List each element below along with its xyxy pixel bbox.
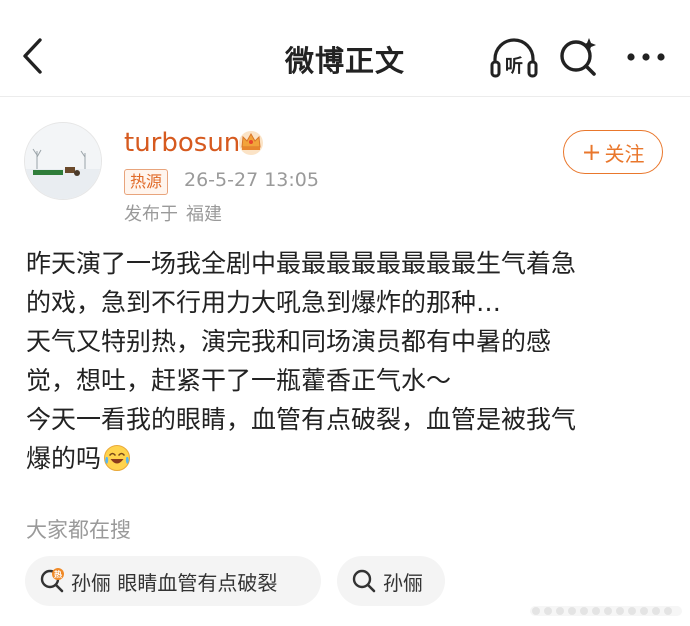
post-line: 天气又特别热，演完我和同场演员都有中暑的感 [26, 327, 552, 356]
trending-search-chip[interactable]: 热 孙俪 眼睛血管有点破裂 [25, 556, 321, 606]
post-line: 今天一看我的眼睛，血管有点破裂，血管是被我气 [26, 405, 577, 434]
username[interactable]: turbosun [124, 128, 240, 158]
search-icon [352, 569, 376, 593]
top-nav-bar: 微博正文 听 [0, 0, 690, 97]
hot-source-badge: 热源 [124, 169, 169, 195]
trending-search-text: 孙俪 眼睛血管有点破裂 [71, 570, 278, 595]
hot-glyph: 热 [54, 569, 62, 579]
trending-search-chip[interactable]: 孙俪 [337, 556, 445, 606]
post-from-label: 发布于 [124, 204, 178, 225]
hot-search-icon: 热 [40, 568, 64, 593]
follow-button[interactable]: + 关注 [563, 130, 663, 174]
avatar-snow-landscape-image [25, 123, 101, 199]
follow-label: 关注 [604, 141, 645, 166]
laughing-crying-emoji-icon [104, 445, 131, 471]
listen-button[interactable]: 听 [488, 36, 540, 80]
headphones-listen-icon: 听 [490, 38, 538, 78]
avatar[interactable] [24, 122, 102, 200]
crown-vip-icon [239, 131, 263, 155]
more-dots-icon [627, 53, 665, 61]
post-last-line: 爆的吗 [26, 439, 666, 478]
search-button[interactable] [556, 34, 602, 80]
post-location: 发布于 福建 [124, 200, 222, 226]
watermark-image [530, 606, 682, 616]
post-line: 昨天演了一场我全剧中最最最最最最最最生气着急 [26, 249, 577, 278]
plus-icon: + [581, 138, 602, 166]
listen-glyph: 听 [505, 55, 523, 77]
post-line: 觉，想吐，赶紧干了一瓶藿香正气水～ [26, 366, 452, 395]
search-sparkle-icon [560, 38, 596, 76]
post-content: 昨天演了一场我全剧中最最最最最最最最生气着急 的戏，急到不行用力大吼急到爆炸的那… [26, 244, 666, 478]
post-line: 爆的吗 [26, 444, 102, 473]
post-time: 26-5-27 13:05 [184, 169, 319, 191]
trending-search-label: 大家都在搜 [26, 518, 131, 542]
trending-search-text: 孙俪 [383, 570, 423, 595]
post-location-name: 福建 [186, 204, 222, 225]
more-button[interactable] [624, 42, 668, 72]
post-line: 的戏，急到不行用力大吼急到爆炸的那种… [26, 288, 502, 317]
